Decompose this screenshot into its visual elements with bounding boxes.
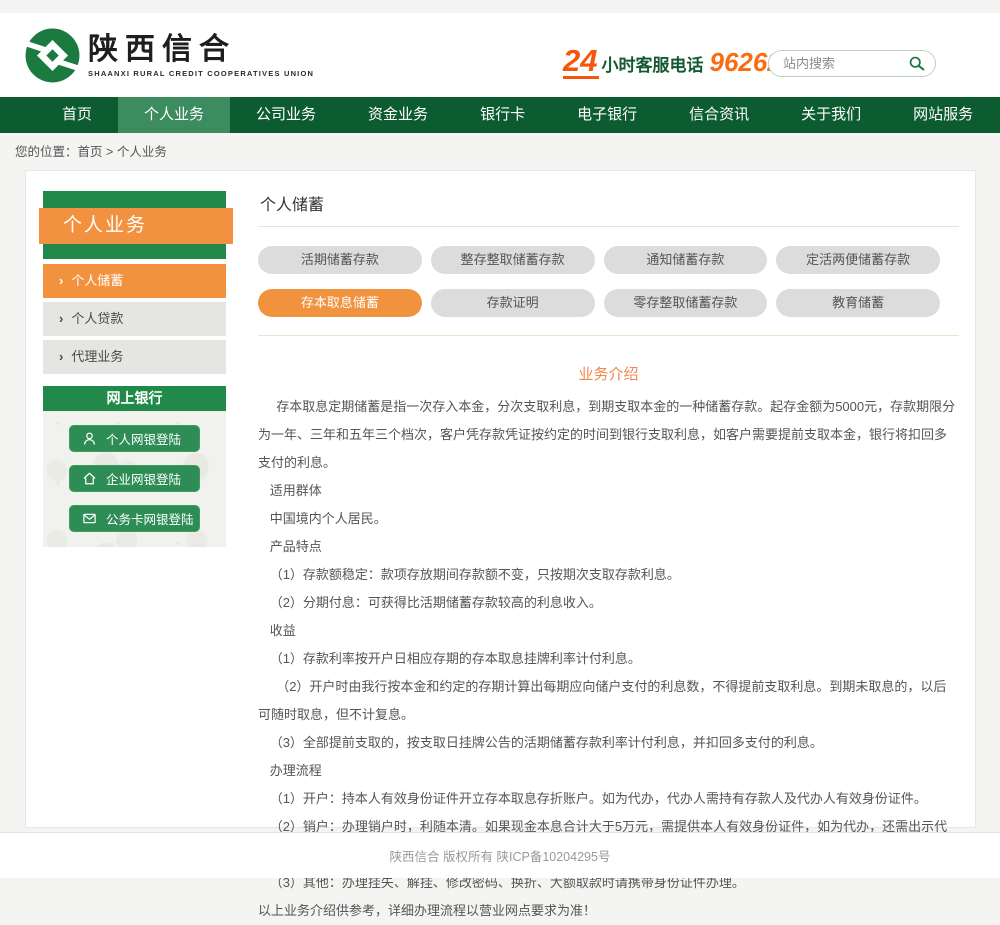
breadcrumb: 您的位置：首页 > 个人业务 [15, 141, 167, 160]
chevron-right-icon: › [59, 264, 63, 298]
sidebar-item-agency-business[interactable]: › 代理业务 [43, 340, 226, 374]
sidebar: 个人业务 › 个人储蓄 › 个人贷款 › 代理业务 网上银行 个人网银登陆 [43, 191, 226, 547]
main-container: 个人业务 › 个人储蓄 › 个人贷款 › 代理业务 网上银行 个人网银登陆 [25, 170, 976, 828]
logo-subtitle: SHAANXI RURAL CREDIT COOPERATIVES UNION [88, 69, 314, 78]
intro-paragraph: 中国境内个人居民。 [258, 505, 959, 533]
intro-paragraph: 收益 [258, 617, 959, 645]
hotline-24: 24 [563, 46, 599, 79]
intro-paragraph: （3）全部提前支取的，按支取日挂牌公告的活期储蓄存款利率计付利息，并扣回多支付的… [258, 729, 959, 757]
bank-logo-icon [25, 28, 80, 83]
tab-demand-savings[interactable]: 活期储蓄存款 [258, 246, 422, 274]
intro-paragraph: 办理流程 [258, 757, 959, 785]
breadcrumb-current: 个人业务 [117, 145, 167, 159]
logo-title: 陕西信合 [88, 34, 314, 66]
main-nav: 首页 个人业务 公司业务 资金业务 银行卡 电子银行 信合资讯 关于我们 网站服… [0, 97, 1000, 133]
sidebar-item-personal-loans[interactable]: › 个人贷款 [43, 302, 226, 336]
chevron-right-icon: › [59, 302, 63, 336]
sidebar-item-personal-savings[interactable]: › 个人储蓄 [43, 264, 226, 298]
section-heading: 业务介绍 [258, 363, 959, 384]
sidebar-item-label: 代理业务 [71, 340, 123, 374]
envelope-icon [82, 511, 97, 526]
nav-item-site-services[interactable]: 网站服务 [887, 97, 999, 133]
intro-paragraph: 适用群体 [258, 477, 959, 505]
user-icon [82, 431, 97, 446]
hotline-label: 小时客服电话 [601, 51, 703, 76]
corporate-ebank-login-button[interactable]: 企业网银登陆 [69, 465, 200, 492]
site-search[interactable] [768, 50, 936, 77]
tab-notice-savings[interactable]: 通知储蓄存款 [604, 246, 768, 274]
logo[interactable]: 陕西信合 SHAANXI RURAL CREDIT COOPERATIVES U… [25, 28, 314, 83]
tab-flexible-savings[interactable]: 定活两便储蓄存款 [776, 246, 940, 274]
nav-item-corporate-business[interactable]: 公司业务 [230, 97, 342, 133]
online-banking-panel: 个人网银登陆 企业网银登陆 公务卡网银登陆 [43, 411, 226, 547]
intro-paragraph: （1）存款额稳定：款项存放期间存款额不变，只按期次支取存款利息。 [258, 561, 959, 589]
breadcrumb-prefix: 您的位置： [15, 145, 78, 159]
chevron-right-icon: › [59, 340, 63, 374]
intro-paragraph: （2）分期付息：可获得比活期储蓄存款较高的利息收入。 [258, 589, 959, 617]
page-title: 个人储蓄 [258, 191, 959, 215]
nav-item-bank-card[interactable]: 银行卡 [454, 97, 551, 133]
nav-item-e-banking[interactable]: 电子银行 [551, 97, 663, 133]
intro-disclaimer: 以上业务介绍供参考，详细办理流程以营业网点要求为准！ [258, 897, 959, 925]
sidebar-item-label: 个人储蓄 [71, 264, 123, 298]
copyright-text: 陕西信合 版权所有 陕ICP备10204295号 [390, 846, 611, 865]
intro-paragraph: 产品特点 [258, 533, 959, 561]
logo-text: 陕西信合 SHAANXI RURAL CREDIT COOPERATIVES U… [88, 34, 314, 78]
tab-education-savings[interactable]: 教育储蓄 [776, 289, 940, 317]
button-label: 个人网银登陆 [106, 429, 181, 448]
nav-item-personal-business[interactable]: 个人业务 [118, 97, 230, 133]
official-card-ebank-login-button[interactable]: 公务卡网银登陆 [69, 505, 200, 532]
tab-row-2: 存本取息储蓄 存款证明 零存整取储蓄存款 教育储蓄 [258, 289, 940, 317]
nav-item-news[interactable]: 信合资讯 [663, 97, 775, 133]
tab-deposit-certificate[interactable]: 存款证明 [431, 289, 595, 317]
search-input[interactable] [783, 56, 908, 71]
sidebar-item-label: 个人贷款 [71, 302, 123, 336]
button-label: 企业网银登陆 [106, 469, 181, 488]
search-icon[interactable] [908, 55, 925, 72]
button-label: 公务卡网银登陆 [106, 509, 194, 528]
sidebar-section-title: 个人业务 [39, 208, 233, 244]
online-banking-title: 网上银行 [43, 386, 226, 411]
tab-installment-savings[interactable]: 零存整取储蓄存款 [604, 289, 768, 317]
breadcrumb-separator: > [106, 145, 113, 159]
intro-paragraph: 存本取息定期储蓄是指一次存入本金，分次支取利息，到期支取本金的一种储蓄存款。起存… [258, 393, 959, 477]
site-header: 陕西信合 SHAANXI RURAL CREDIT COOPERATIVES U… [0, 13, 1000, 97]
nav-item-funds-business[interactable]: 资金业务 [342, 97, 454, 133]
tab-row-1: 活期储蓄存款 整存整取储蓄存款 通知储蓄存款 定活两便储蓄存款 [258, 246, 940, 274]
nav-item-home[interactable]: 首页 [36, 97, 118, 133]
tab-principal-interest-savings[interactable]: 存本取息储蓄 [258, 289, 422, 317]
home-icon [82, 471, 97, 486]
intro-paragraph: （2）开户时由我行按本金和约定的存期计算出每期应向储户支付的利息数，不得提前支取… [258, 673, 959, 729]
intro-paragraph: （1）开户：持本人有效身份证件开立存本取息存折账户。如为代办，代办人需持有存款人… [258, 785, 959, 813]
sidebar-header-block: 个人业务 [43, 191, 226, 259]
intro-paragraph: （1）存款利率按开户日相应存期的存本取息挂牌利率计付利息。 [258, 645, 959, 673]
title-divider [258, 226, 959, 227]
nav-item-about-us[interactable]: 关于我们 [775, 97, 887, 133]
tab-lump-deposit-withdrawal[interactable]: 整存整取储蓄存款 [431, 246, 595, 274]
breadcrumb-home-link[interactable]: 首页 [78, 145, 103, 159]
section-divider [258, 335, 959, 336]
site-footer: 陕西信合 版权所有 陕ICP备10204295号 [0, 832, 1000, 878]
content-area: 个人储蓄 活期储蓄存款 整存整取储蓄存款 通知储蓄存款 定活两便储蓄存款 存本取… [258, 191, 959, 925]
personal-ebank-login-button[interactable]: 个人网银登陆 [69, 425, 200, 452]
service-hotline: 24 小时客服电话 96262 [563, 46, 782, 79]
top-strip [0, 0, 1000, 13]
